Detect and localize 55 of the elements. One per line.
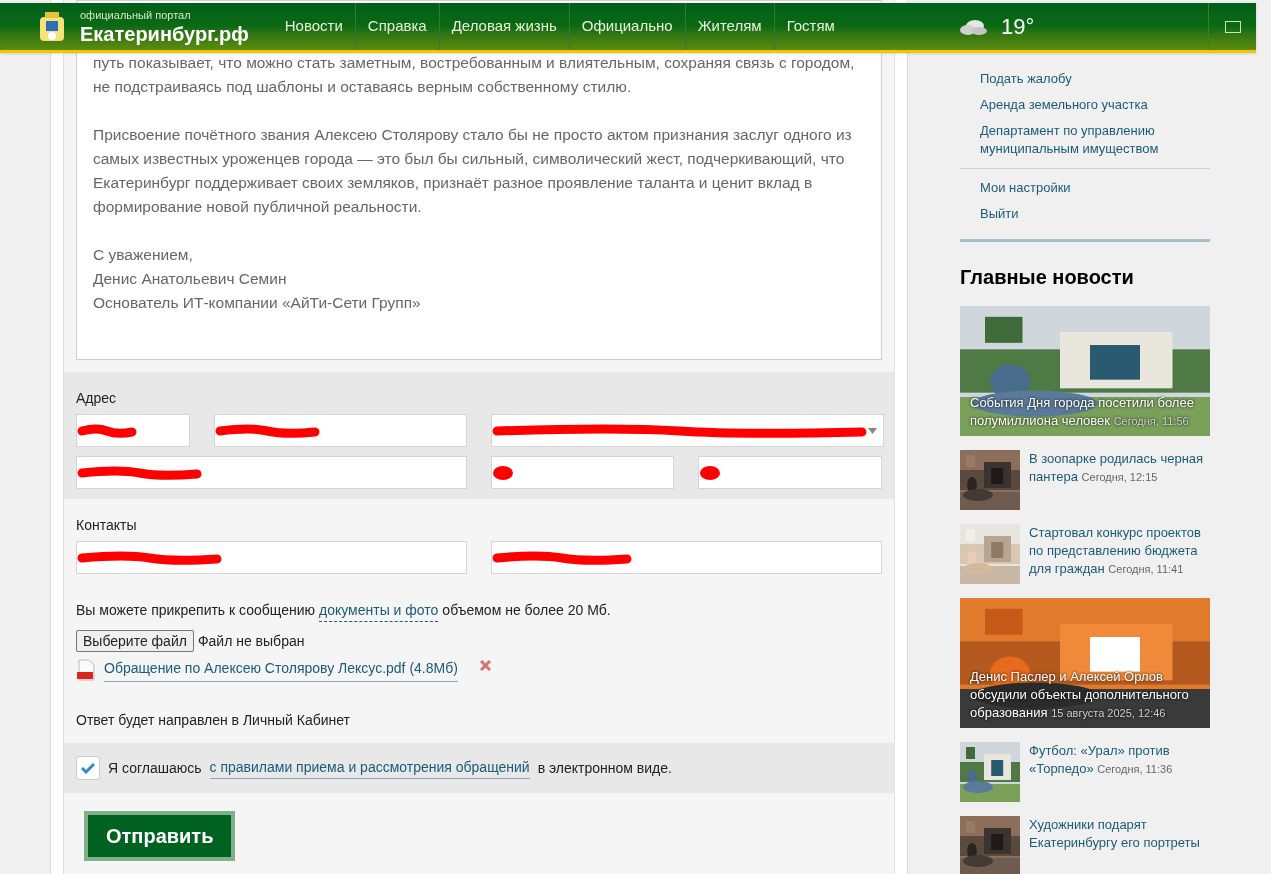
dropdown-caret-icon [868, 427, 877, 434]
remove-icon[interactable] [479, 659, 491, 671]
portal-subtitle: официальный портал [80, 9, 192, 21]
input-field[interactable] [491, 541, 882, 574]
news-time: Сегодня, 11:41 [1108, 563, 1184, 575]
input-field[interactable] [76, 414, 190, 447]
news-title[interactable]: В зоопарке родилась черная пантера Сегодня, 12:15 [1029, 450, 1210, 510]
sidebar-link[interactable]: Мои настройки [960, 175, 1210, 201]
file-status: Файл не выбран [197, 631, 305, 651]
input-field[interactable] [76, 456, 467, 489]
input-field[interactable] [698, 456, 882, 489]
news-title[interactable]: Стартовал конкурс проектов по представлению бюджета для граждан Сегодня, 11:41 [1029, 524, 1210, 584]
submit-button[interactable]: Отправить [84, 811, 236, 861]
sidebar-link[interactable]: Выйти [960, 201, 1210, 227]
fullscreen-icon[interactable] [1224, 20, 1241, 33]
temperature: 19° [1000, 13, 1035, 41]
documents-link[interactable]: документы и фото [319, 600, 439, 622]
agreement-text: в электронном виде. [537, 758, 672, 778]
news-time: 15 августа 2025, 12:46 [1051, 707, 1166, 719]
attach-note: Вы можете прикрепить к сообщению [76, 601, 315, 620]
input-field[interactable] [490, 456, 675, 489]
news-time: Сегодня, 11:36 [1097, 763, 1173, 775]
news-time: Сегодня, 12:15 [1081, 471, 1158, 483]
letter-paragraph: путь показывает, что можно стать заметным, востребованным и влиятельным, сохраняя связь с городом, не подстраиваясь под шаблоны и оставаясь верным собственному стилю. [93, 53, 856, 97]
section-label: Контакты [76, 517, 137, 533]
checkmark-icon [81, 762, 95, 774]
news-time: Сегодня, 11:56 [1113, 415, 1189, 427]
select-field[interactable] [491, 414, 884, 447]
letter-paragraph: Присвоение почётного звания Алексею Столярову стало бы не просто актом признания заслуг одного из самых известных уроженцев города — это был бы сильный, символический жест, подчеркивающий, что Екатеринбург поддерживает своих земляков, признаёт разное проявление таланта и ценит вклад в формирование новой публичной реальности. [93, 125, 853, 217]
sidebar-link[interactable]: Департамент по управлению муниципальным имуществом [960, 118, 1210, 162]
news-title[interactable]: Футбол: «Урал» против «Торпедо» Сегодня, 11:36 [1029, 742, 1210, 802]
pdf-icon [76, 659, 96, 681]
rules-link[interactable]: с правилами приема и рассмотрения обращений [209, 757, 530, 779]
letter-paragraph: С уважением, Денис Анатольевич Семин Основатель ИТ-компании «АйТи-Сети Групп» [93, 245, 422, 313]
attached-file-link[interactable]: Обращение по Алексею Столярову Лексус.pdf (4.8Мб) [104, 658, 458, 682]
input-field[interactable] [76, 541, 467, 574]
news-heading: Главные новости [960, 265, 1135, 290]
agreement-text: Я соглашаюсь [108, 758, 202, 778]
news-title[interactable]: Художники подарят Екатеринбургу его портреты [1029, 816, 1210, 874]
input-field[interactable] [214, 414, 467, 447]
redaction-scribble [699, 464, 722, 481]
sidebar-link[interactable]: Подать жалобу [960, 66, 1210, 92]
redaction-scribble [77, 422, 137, 439]
news-title[interactable]: События Дня города посетили более полумиллиона человек Сегодня, 11:56 [970, 394, 1200, 430]
answer-note: Ответ будет направлен в Личный Кабинет [76, 711, 351, 730]
sidebar-link[interactable]: Аренда земельного участка [960, 92, 1210, 118]
news-title[interactable]: Денис Паслер и Алексей Орлов обсудили объекты дополнительного образования 15 августа 2025, 12:46 [970, 668, 1200, 722]
section-label: Адрес [76, 390, 117, 406]
agreement-checkbox[interactable] [76, 756, 100, 780]
redaction-scribble [491, 464, 514, 481]
attach-note: объемом не более 20 Мб. [442, 601, 611, 620]
site-logo-link[interactable]: Екатеринбург.рф [80, 23, 249, 44]
nav-link[interactable]: Новости [272, 3, 355, 50]
cloud-icon [958, 17, 989, 36]
choose-file-button[interactable]: Выберите файл [76, 630, 194, 652]
